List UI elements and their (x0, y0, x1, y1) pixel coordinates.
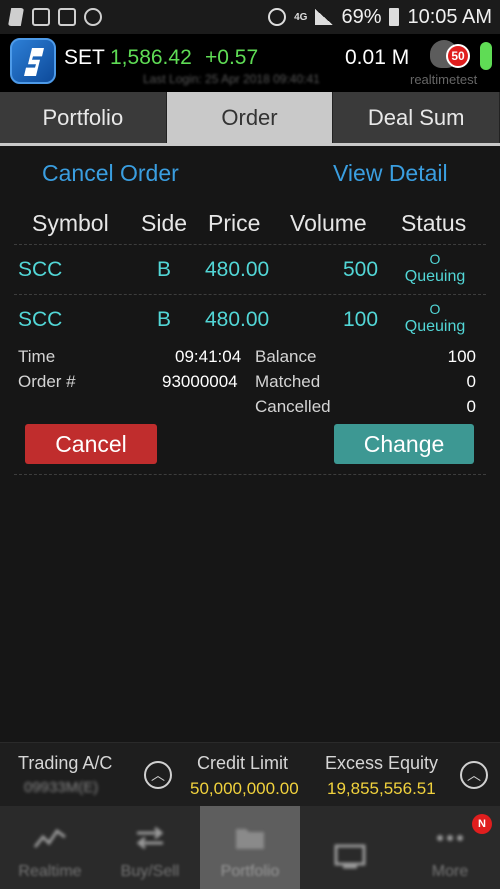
monitor-icon (334, 844, 366, 869)
tab-deal-sum[interactable]: Deal Sum (333, 92, 500, 143)
cancel-order-link[interactable]: Cancel Order (42, 160, 179, 187)
status-text: Queuing (404, 268, 466, 285)
column-header-side: Side (141, 210, 188, 236)
status-bar: 4G 69% 10:05 AM (0, 0, 500, 34)
order-panel: Cancel Order View Detail Symbol Side Pri… (0, 146, 500, 742)
app-header: SET 1,586.42 +0.57 0.01 M Last Login: 25… (0, 34, 500, 92)
row-status: O Queuing (395, 300, 475, 336)
market-volume: 0.01 M (345, 46, 410, 69)
balance-label: Balance (255, 347, 317, 366)
username: realtimetest (410, 72, 478, 87)
sim-notification-icon (58, 8, 76, 26)
nav-portfolio[interactable]: Portfolio (200, 806, 300, 889)
nav-label: Buy/Sell (120, 863, 180, 880)
status-code: O (429, 301, 441, 317)
status-code: O (429, 251, 441, 267)
balance-value: 100 (447, 347, 476, 366)
folder-icon (236, 829, 264, 849)
last-login: Last Login: 25 Apr 2018 09:40:41 (143, 72, 320, 86)
index-name: SET (64, 46, 105, 69)
time-value: 09:41:04 (175, 347, 242, 366)
gallery-notification-icon (32, 8, 50, 26)
network-type: 4G (294, 11, 308, 23)
app-notification-icon (8, 8, 24, 26)
time-label: Time (18, 347, 56, 366)
matched-label: Matched (255, 372, 321, 391)
row-price: 480.00 (205, 308, 270, 331)
account-info-bar: Trading A/C 09933M(E) ︿ Credit Limit 50,… (0, 742, 500, 806)
nav-label: More (431, 863, 469, 880)
row-side: B (157, 308, 172, 331)
tab-order[interactable]: Order (166, 92, 334, 143)
nav-realtime[interactable]: Realtime (0, 806, 100, 889)
row-price: 480.00 (205, 258, 270, 281)
nav-monitor[interactable] (300, 806, 400, 889)
notification-icons (8, 8, 102, 26)
notification-badge[interactable]: 50 (446, 44, 470, 68)
alarm-icon (268, 8, 287, 26)
new-badge: N (472, 814, 492, 834)
nav-label: Portfolio (220, 863, 280, 880)
trading-account-label: Trading A/C (18, 753, 113, 773)
divider (14, 244, 486, 245)
tab-bar: Portfolio Order Deal Sum (0, 92, 500, 143)
column-header-price: Price (208, 210, 261, 236)
credit-limit-value: 50,000,000.00 (190, 779, 299, 798)
excess-equity-value: 19,855,556.51 (327, 779, 436, 798)
expand-account-icon[interactable]: ︿ (144, 761, 172, 789)
row-symbol: SCC (18, 258, 63, 281)
order-number-value: 93000004 (162, 372, 238, 391)
nav-more[interactable]: More N (400, 806, 500, 889)
system-indicators: 4G 69% 10:05 AM (268, 6, 492, 29)
credit-limit-label: Credit Limit (197, 753, 289, 773)
view-detail-link[interactable]: View Detail (333, 160, 448, 187)
column-header-status: Status (401, 210, 467, 236)
row-side: B (157, 258, 172, 281)
status-text: Queuing (404, 318, 466, 335)
nav-label: Realtime (18, 863, 82, 880)
excess-equity-label: Excess Equity (325, 753, 439, 773)
divider (14, 474, 486, 475)
cancelled-value: 0 (466, 397, 476, 416)
column-header-symbol: Symbol (32, 210, 109, 236)
trading-account-value: 09933M(E) (24, 779, 99, 796)
cancel-button[interactable]: Cancel (25, 424, 157, 464)
order-number-label: Order # (18, 372, 76, 391)
tab-portfolio[interactable]: Portfolio (0, 92, 167, 143)
nav-buy-sell[interactable]: Buy/Sell (100, 806, 200, 889)
row-symbol: SCC (18, 308, 63, 331)
divider (14, 294, 486, 295)
expand-info-icon[interactable]: ︿ (460, 761, 488, 789)
row-volume: 500 (343, 258, 379, 281)
index-value: 1,586.42 (110, 46, 192, 69)
chart-line-icon (33, 828, 66, 848)
bottom-navigation: Realtime Buy/Sell Portfolio More N (0, 806, 500, 889)
change-button[interactable]: Change (334, 424, 474, 464)
app-logo-icon[interactable] (10, 38, 56, 84)
row-status: O Queuing (395, 250, 475, 286)
battery-icon (389, 8, 400, 26)
clock: 10:05 AM (407, 5, 492, 28)
row-volume: 100 (343, 308, 379, 331)
signal-icon (315, 9, 334, 25)
connection-status-indicator (480, 42, 492, 70)
settings-notification-icon (84, 8, 102, 26)
index-change: +0.57 (205, 46, 259, 69)
battery-percent: 69% (341, 5, 382, 28)
swap-arrows-icon (136, 826, 164, 850)
matched-value: 0 (466, 372, 476, 391)
more-dots-icon (437, 835, 463, 841)
column-header-volume: Volume (290, 210, 367, 236)
cancelled-label: Cancelled (255, 397, 331, 416)
